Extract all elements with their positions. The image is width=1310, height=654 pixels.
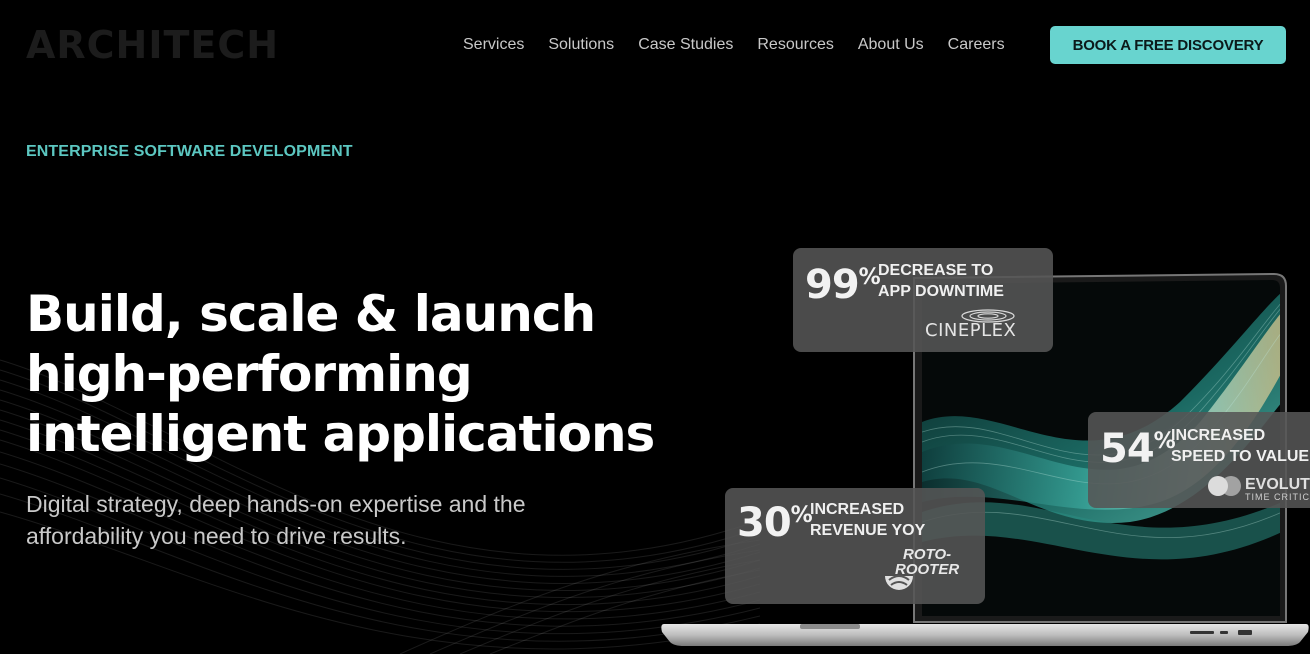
- nav-solutions[interactable]: Solutions: [548, 36, 614, 54]
- hero-headline: Build, scale & launch high-performing in…: [26, 284, 686, 464]
- hero-eyebrow: ENTERPRISE SOFTWARE DEVELOPMENT: [26, 143, 353, 160]
- main-nav: Services Solutions Case Studies Resource…: [463, 34, 1029, 56]
- headline-line: intelligent applications: [26, 405, 655, 463]
- nav-case-studies[interactable]: Case Studies: [638, 36, 733, 54]
- subtext-line: affordability you need to drive results.: [26, 523, 407, 549]
- nav-careers[interactable]: Careers: [948, 36, 1005, 54]
- nav-resources[interactable]: Resources: [757, 36, 833, 54]
- book-discovery-button[interactable]: BOOK A FREE DISCOVERY: [1050, 26, 1286, 64]
- stat-card-downtime: 99% DECREASE TO APP DOWNTIME CINEPLEX: [793, 248, 1053, 352]
- client-logo-cineplex: CINEPLEX: [925, 320, 1017, 341]
- nav-services[interactable]: Services: [463, 36, 524, 54]
- stat-label: INCREASED SPEED TO VALUE: [1171, 427, 1310, 465]
- evolution-logo-icon: [1208, 476, 1241, 496]
- stat-value: 30%: [737, 500, 813, 546]
- hero-subtext: Digital strategy, deep hands-on expertis…: [26, 488, 626, 552]
- headline-line: Build, scale & launch: [26, 285, 596, 343]
- site-logo[interactable]: ARCHITECH: [26, 24, 279, 66]
- subtext-line: Digital strategy, deep hands-on expertis…: [26, 491, 526, 517]
- stat-card-speed: 54% INCREASED SPEED TO VALUE EVOLUTION T…: [1088, 412, 1310, 508]
- stat-label: INCREASED REVENUE YOY: [810, 501, 926, 539]
- stat-value: 54%: [1100, 426, 1176, 472]
- client-logo-roto-rooter: ROTO- ROOTER: [895, 546, 960, 578]
- nav-about-us[interactable]: About Us: [858, 36, 924, 54]
- headline-line: high-performing: [26, 345, 473, 403]
- stat-value: 99%: [805, 262, 881, 308]
- stat-card-revenue: 30% INCREASED REVENUE YOY ROTO- ROOTER: [725, 488, 985, 604]
- client-logo-evolution-tagline: TIME CRITICAL: [1245, 492, 1310, 502]
- stat-label: DECREASE TO APP DOWNTIME: [878, 262, 1004, 300]
